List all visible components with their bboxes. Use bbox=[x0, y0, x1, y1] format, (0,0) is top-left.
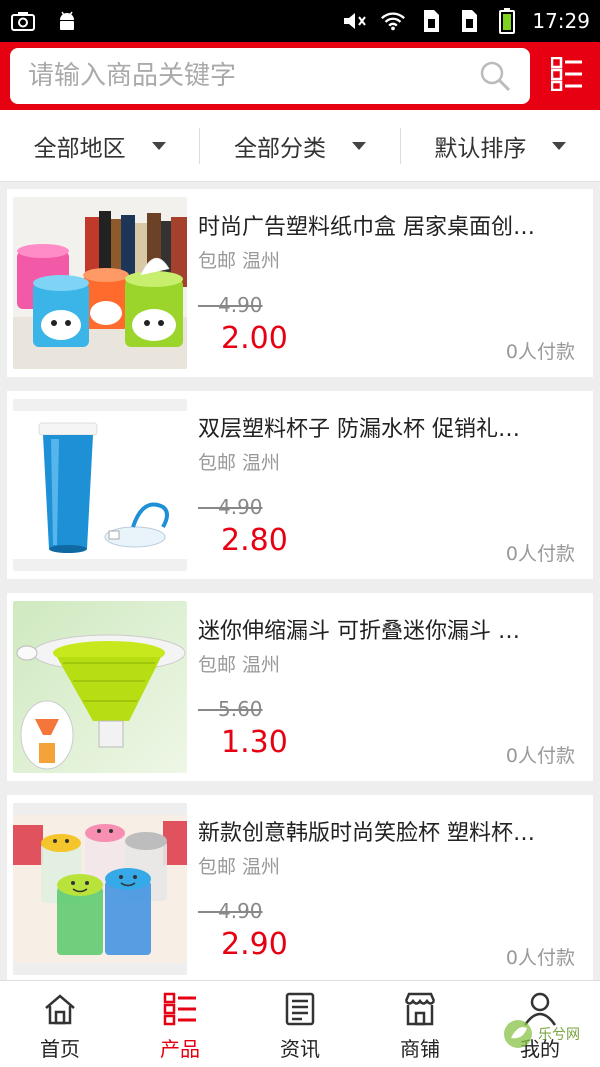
shop-icon bbox=[402, 991, 438, 1027]
filter-region[interactable]: 全部地区 bbox=[0, 128, 199, 164]
product-original-price: —5.60 bbox=[198, 697, 263, 721]
product-sales-count: 0人付款 bbox=[505, 341, 575, 363]
product-card[interactable]: 时尚广告塑料纸巾盒 居家桌面创… 包邮 温州 —4.90 2.00 0人付款 bbox=[7, 189, 593, 377]
filter-label: 默认排序 bbox=[434, 135, 527, 162]
product-sales-count: 0人付款 bbox=[505, 543, 575, 565]
watermark-text: 乐兮网 bbox=[538, 1027, 580, 1043]
product-title[interactable]: 时尚广告塑料纸巾盒 居家桌面创… bbox=[198, 209, 578, 241]
filter-category[interactable]: 全部分类 bbox=[199, 127, 399, 164]
product-original-price: —4.90 bbox=[198, 293, 263, 317]
product-shipping-location: 包邮 温州 bbox=[198, 654, 281, 676]
category-menu-button[interactable] bbox=[544, 52, 590, 100]
product-card[interactable]: 迷你伸缩漏斗 可折叠迷你漏斗 … 包邮 温州 —5.60 1.30 0人付款 bbox=[7, 593, 593, 781]
product-image-smiley-cups[interactable] bbox=[13, 803, 187, 975]
filter-label: 全部地区 bbox=[33, 135, 126, 162]
tab-shops[interactable]: 商铺 bbox=[360, 981, 480, 1067]
tab-home[interactable]: 首页 bbox=[0, 981, 120, 1067]
tab-label: 产品 bbox=[160, 1037, 200, 1061]
product-card[interactable]: 双层塑料杯子 防漏水杯 促销礼… 包邮 温州 —4.90 2.80 0人付款 bbox=[7, 391, 593, 579]
product-sales-count: 0人付款 bbox=[505, 947, 575, 969]
dropdown-arrow-icon bbox=[552, 141, 567, 150]
battery-icon bbox=[494, 8, 520, 34]
status-bar: 17:29 bbox=[0, 0, 600, 42]
news-icon bbox=[282, 991, 318, 1027]
screenshot-icon bbox=[10, 10, 36, 32]
tab-label: 首页 bbox=[40, 1037, 80, 1061]
product-shipping-location: 包邮 温州 bbox=[198, 856, 281, 878]
search-input[interactable] bbox=[28, 61, 478, 91]
filter-sort[interactable]: 默认排序 bbox=[399, 127, 600, 164]
product-price: 2.00 bbox=[221, 321, 288, 356]
product-price: 2.80 bbox=[221, 523, 288, 558]
product-original-price: —4.90 bbox=[198, 495, 263, 519]
dropdown-arrow-icon bbox=[151, 141, 166, 150]
tab-label: 资讯 bbox=[280, 1037, 320, 1061]
product-original-price: —4.90 bbox=[198, 899, 263, 923]
sim-icon bbox=[418, 10, 444, 32]
wifi-icon bbox=[380, 10, 406, 32]
search-icon[interactable] bbox=[478, 59, 512, 93]
product-image-blue-cup[interactable] bbox=[13, 399, 187, 571]
product-image-funnel[interactable] bbox=[13, 601, 187, 773]
product-title[interactable]: 双层塑料杯子 防漏水杯 促销礼… bbox=[198, 411, 578, 443]
status-time: 17:29 bbox=[532, 9, 590, 33]
mute-icon bbox=[342, 10, 368, 32]
product-shipping-location: 包邮 温州 bbox=[198, 452, 281, 474]
product-title[interactable]: 迷你伸缩漏斗 可折叠迷你漏斗 … bbox=[198, 613, 578, 645]
grid-list-icon bbox=[550, 56, 583, 95]
filter-label: 全部分类 bbox=[233, 135, 326, 162]
tab-label: 商铺 bbox=[400, 1037, 440, 1061]
tab-news[interactable]: 资讯 bbox=[240, 981, 360, 1067]
dropdown-arrow-icon bbox=[351, 141, 366, 150]
android-icon bbox=[54, 10, 80, 32]
header-bar bbox=[0, 42, 600, 110]
list-icon bbox=[162, 991, 198, 1027]
product-shipping-location: 包邮 温州 bbox=[198, 250, 281, 272]
product-sales-count: 0人付款 bbox=[505, 745, 575, 767]
product-title[interactable]: 新款创意韩版时尚笑脸杯 塑料杯… bbox=[198, 815, 578, 847]
leaf-logo-icon bbox=[504, 1020, 532, 1048]
tab-products[interactable]: 产品 bbox=[120, 981, 240, 1067]
search-box[interactable] bbox=[10, 48, 530, 104]
product-price: 1.30 bbox=[221, 725, 288, 760]
filter-bar: 全部地区 全部分类 默认排序 bbox=[0, 110, 600, 182]
product-price: 2.90 bbox=[221, 927, 288, 962]
sim-icon bbox=[456, 10, 482, 32]
product-image-tissue-boxes[interactable] bbox=[13, 197, 187, 369]
watermark-logo: 乐兮网 bbox=[502, 1018, 580, 1050]
home-icon bbox=[42, 991, 78, 1027]
product-card[interactable]: 新款创意韩版时尚笑脸杯 塑料杯… 包邮 温州 —4.90 2.90 0人付款 bbox=[7, 795, 593, 983]
